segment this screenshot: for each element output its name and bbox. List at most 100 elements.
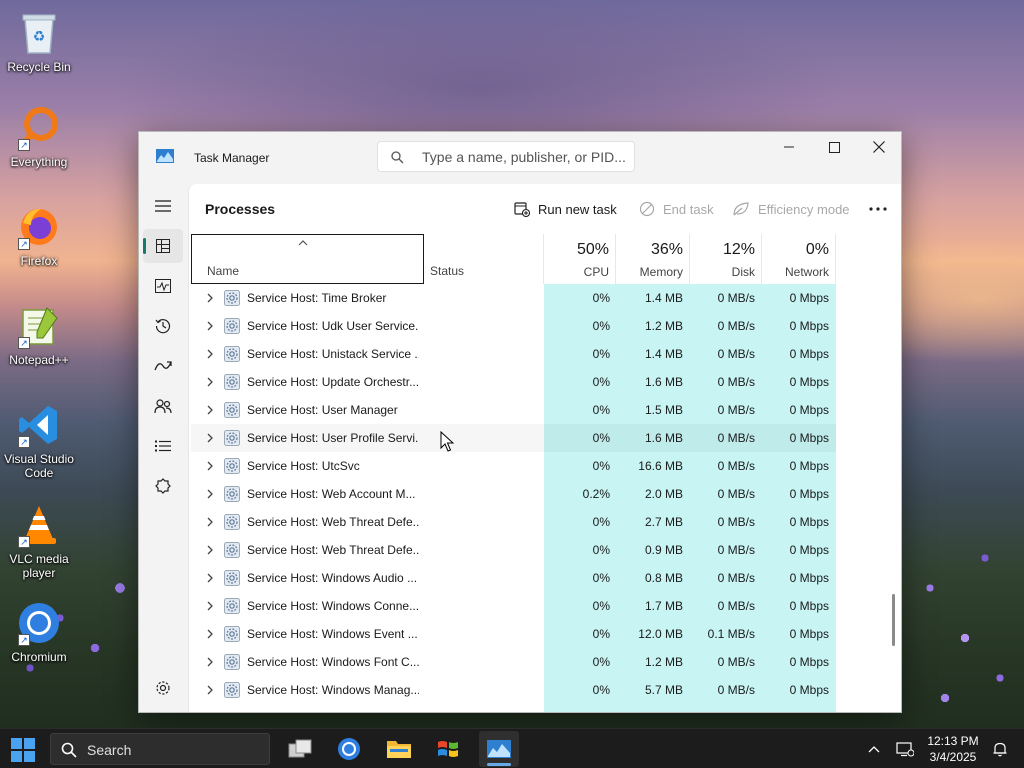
nav-menu-button[interactable]: [143, 189, 183, 223]
process-name: Service Host: Time Broker: [247, 291, 387, 305]
process-row[interactable]: Service Host: Web Threat Defe... 0% 2.7 MB…: [189, 508, 887, 536]
process-memory: 1.7 MB: [644, 599, 683, 613]
process-row[interactable]: Service Host: Time Broker 0% 1.4 MB 0 MB/s 0…: [189, 284, 887, 312]
column-header-disk[interactable]: 12% Disk: [690, 234, 762, 284]
expand-chevron-icon[interactable]: [206, 376, 214, 388]
nav-item-app-history[interactable]: [143, 309, 183, 343]
nav-item-processes[interactable]: [143, 229, 183, 263]
process-row[interactable]: Service Host: Update Orchestr... 0% 1.6 MB…: [189, 368, 887, 396]
nav-item-startup-apps[interactable]: [143, 349, 183, 383]
efficiency-mode-button[interactable]: Efficiency mode: [732, 196, 850, 222]
minimize-button[interactable]: [766, 132, 812, 162]
process-disk: 0 MB/s: [717, 375, 755, 389]
process-cpu: 0%: [592, 375, 610, 389]
more-options-button[interactable]: [865, 196, 891, 222]
desktop-icon-label: Firefox: [20, 254, 58, 268]
process-row[interactable]: Service Host: Windows Conne... 0% 1.7 MB 0 …: [189, 592, 887, 620]
taskbar-task-view[interactable]: [280, 731, 320, 767]
desktop-icon-firefox[interactable]: ↗ Firefox: [0, 204, 78, 268]
nav-item-services[interactable]: [143, 469, 183, 503]
process-row[interactable]: Service Host: UtcSvc 0% 16.6 MB 0 MB/s 0 Mbp…: [189, 452, 887, 480]
process-row[interactable]: Service Host: Web Account M... 0.2% 2.0 MB…: [189, 480, 887, 508]
taskbar-clock[interactable]: 12:13 PM 3/4/2025: [922, 733, 984, 765]
start-windows-icon[interactable]: [10, 737, 36, 763]
taskbar-chromium[interactable]: [329, 731, 369, 767]
close-button[interactable]: [856, 132, 902, 162]
desktop-icon-vscode[interactable]: ↗ Visual Studio Code: [0, 402, 78, 480]
expand-chevron-icon[interactable]: [206, 656, 214, 668]
desktop-icon-vlc[interactable]: ↗ VLC media player: [0, 502, 78, 580]
show-hidden-icons-button[interactable]: [864, 739, 884, 759]
nav-item-details[interactable]: [143, 429, 183, 463]
expand-chevron-icon[interactable]: [206, 684, 214, 696]
expand-chevron-icon[interactable]: [206, 292, 214, 304]
nav-item-users[interactable]: [143, 389, 183, 423]
notifications-button[interactable]: [990, 739, 1010, 759]
desktop-icon-notepadpp[interactable]: ↗ Notepad++: [0, 303, 78, 367]
process-row[interactable]: Service Host: Windows Audio ... 0% 0.8 MB 0…: [189, 564, 887, 592]
desktop-icon-label: VLC media player: [9, 552, 69, 580]
process-disk: 0 MB/s: [717, 655, 755, 669]
expand-chevron-icon[interactable]: [206, 460, 214, 472]
process-network: 0 Mbps: [789, 627, 829, 641]
process-search-box[interactable]: [377, 141, 635, 172]
settings-gear-icon: [156, 681, 170, 695]
sort-ascending-icon: [298, 240, 308, 246]
process-cpu: 0.2%: [582, 487, 610, 501]
vertical-scrollbar[interactable]: [892, 594, 895, 646]
process-network: 0 Mbps: [789, 459, 829, 473]
clock-time: 12:13 PM: [927, 734, 979, 748]
service-host-gear-icon: [224, 458, 240, 474]
column-header-memory[interactable]: 36% Memory: [616, 234, 690, 284]
nav-item-settings[interactable]: [143, 671, 183, 705]
maximize-button[interactable]: [811, 132, 857, 162]
expand-chevron-icon[interactable]: [206, 628, 214, 640]
column-header-cpu[interactable]: 50% CPU: [544, 234, 616, 284]
column-header-name[interactable]: Name: [191, 234, 424, 284]
expand-chevron-icon[interactable]: [206, 544, 214, 556]
expand-chevron-icon[interactable]: [206, 432, 214, 444]
column-header-status[interactable]: Status: [424, 234, 544, 284]
process-row[interactable]: Service Host: Web Threat Defe... 0% 0.9 MB…: [189, 536, 887, 564]
taskbar-windows-app[interactable]: [428, 731, 468, 767]
taskbar-search-label: Search: [87, 742, 132, 758]
end-task-button[interactable]: End task: [639, 196, 714, 222]
process-row[interactable]: Service Host: User Profile Servi... 0% 1.6…: [189, 424, 887, 452]
nav-item-performance[interactable]: [143, 269, 183, 303]
process-cpu: 0%: [592, 515, 610, 529]
expand-chevron-icon[interactable]: [206, 404, 214, 416]
process-row[interactable]: Service Host: Udk User Service... 0% 1.2 M…: [189, 312, 887, 340]
taskbar-file-explorer[interactable]: [379, 731, 419, 767]
process-row[interactable]: Service Host: Windows Manag... 0% 5.7 MB 0 …: [189, 676, 887, 704]
run-new-task-button[interactable]: Run new task: [514, 196, 617, 222]
taskbar-task-manager[interactable]: [479, 731, 519, 767]
column-header-disk-label: Disk: [731, 265, 755, 279]
vlc-icon: ↗: [16, 502, 62, 548]
title-bar[interactable]: Task Manager: [139, 132, 901, 184]
process-row[interactable]: Service Host: Windows Event ... 0% 12.0 MB…: [189, 620, 887, 648]
expand-chevron-icon[interactable]: [206, 516, 214, 528]
expand-chevron-icon[interactable]: [206, 600, 214, 612]
desktop-icon-everything[interactable]: ↗ Everything: [0, 105, 78, 169]
column-header-network[interactable]: 0% Network: [762, 234, 836, 284]
desktop-icon-chromium[interactable]: ↗ Chromium: [0, 600, 78, 664]
expand-chevron-icon[interactable]: [206, 572, 214, 584]
search-input[interactable]: [422, 147, 627, 167]
process-disk: 0 MB/s: [717, 431, 755, 445]
navigation-rail: [139, 184, 187, 712]
network-status-button[interactable]: [895, 739, 915, 759]
expand-chevron-icon[interactable]: [206, 488, 214, 500]
process-row[interactable]: Service Host: Windows Font C... 0% 1.2 MB 0…: [189, 648, 887, 676]
desktop-icon-recycle-bin[interactable]: ♻ Recycle Bin: [0, 10, 78, 74]
task-view-icon: [288, 739, 312, 758]
process-disk: 0 MB/s: [717, 515, 755, 529]
process-network: 0 Mbps: [789, 431, 829, 445]
taskbar-search-box[interactable]: Search: [50, 733, 270, 765]
expand-chevron-icon[interactable]: [206, 348, 214, 360]
expand-chevron-icon[interactable]: [206, 320, 214, 332]
process-cpu: 0%: [592, 683, 610, 697]
clock-date: 3/4/2025: [929, 750, 977, 764]
process-network: 0 Mbps: [789, 655, 829, 669]
process-row[interactable]: Service Host: User Manager 0% 1.5 MB 0 MB/s…: [189, 396, 887, 424]
process-row[interactable]: Service Host: Unistack Service ... 0% 1.4 …: [189, 340, 887, 368]
